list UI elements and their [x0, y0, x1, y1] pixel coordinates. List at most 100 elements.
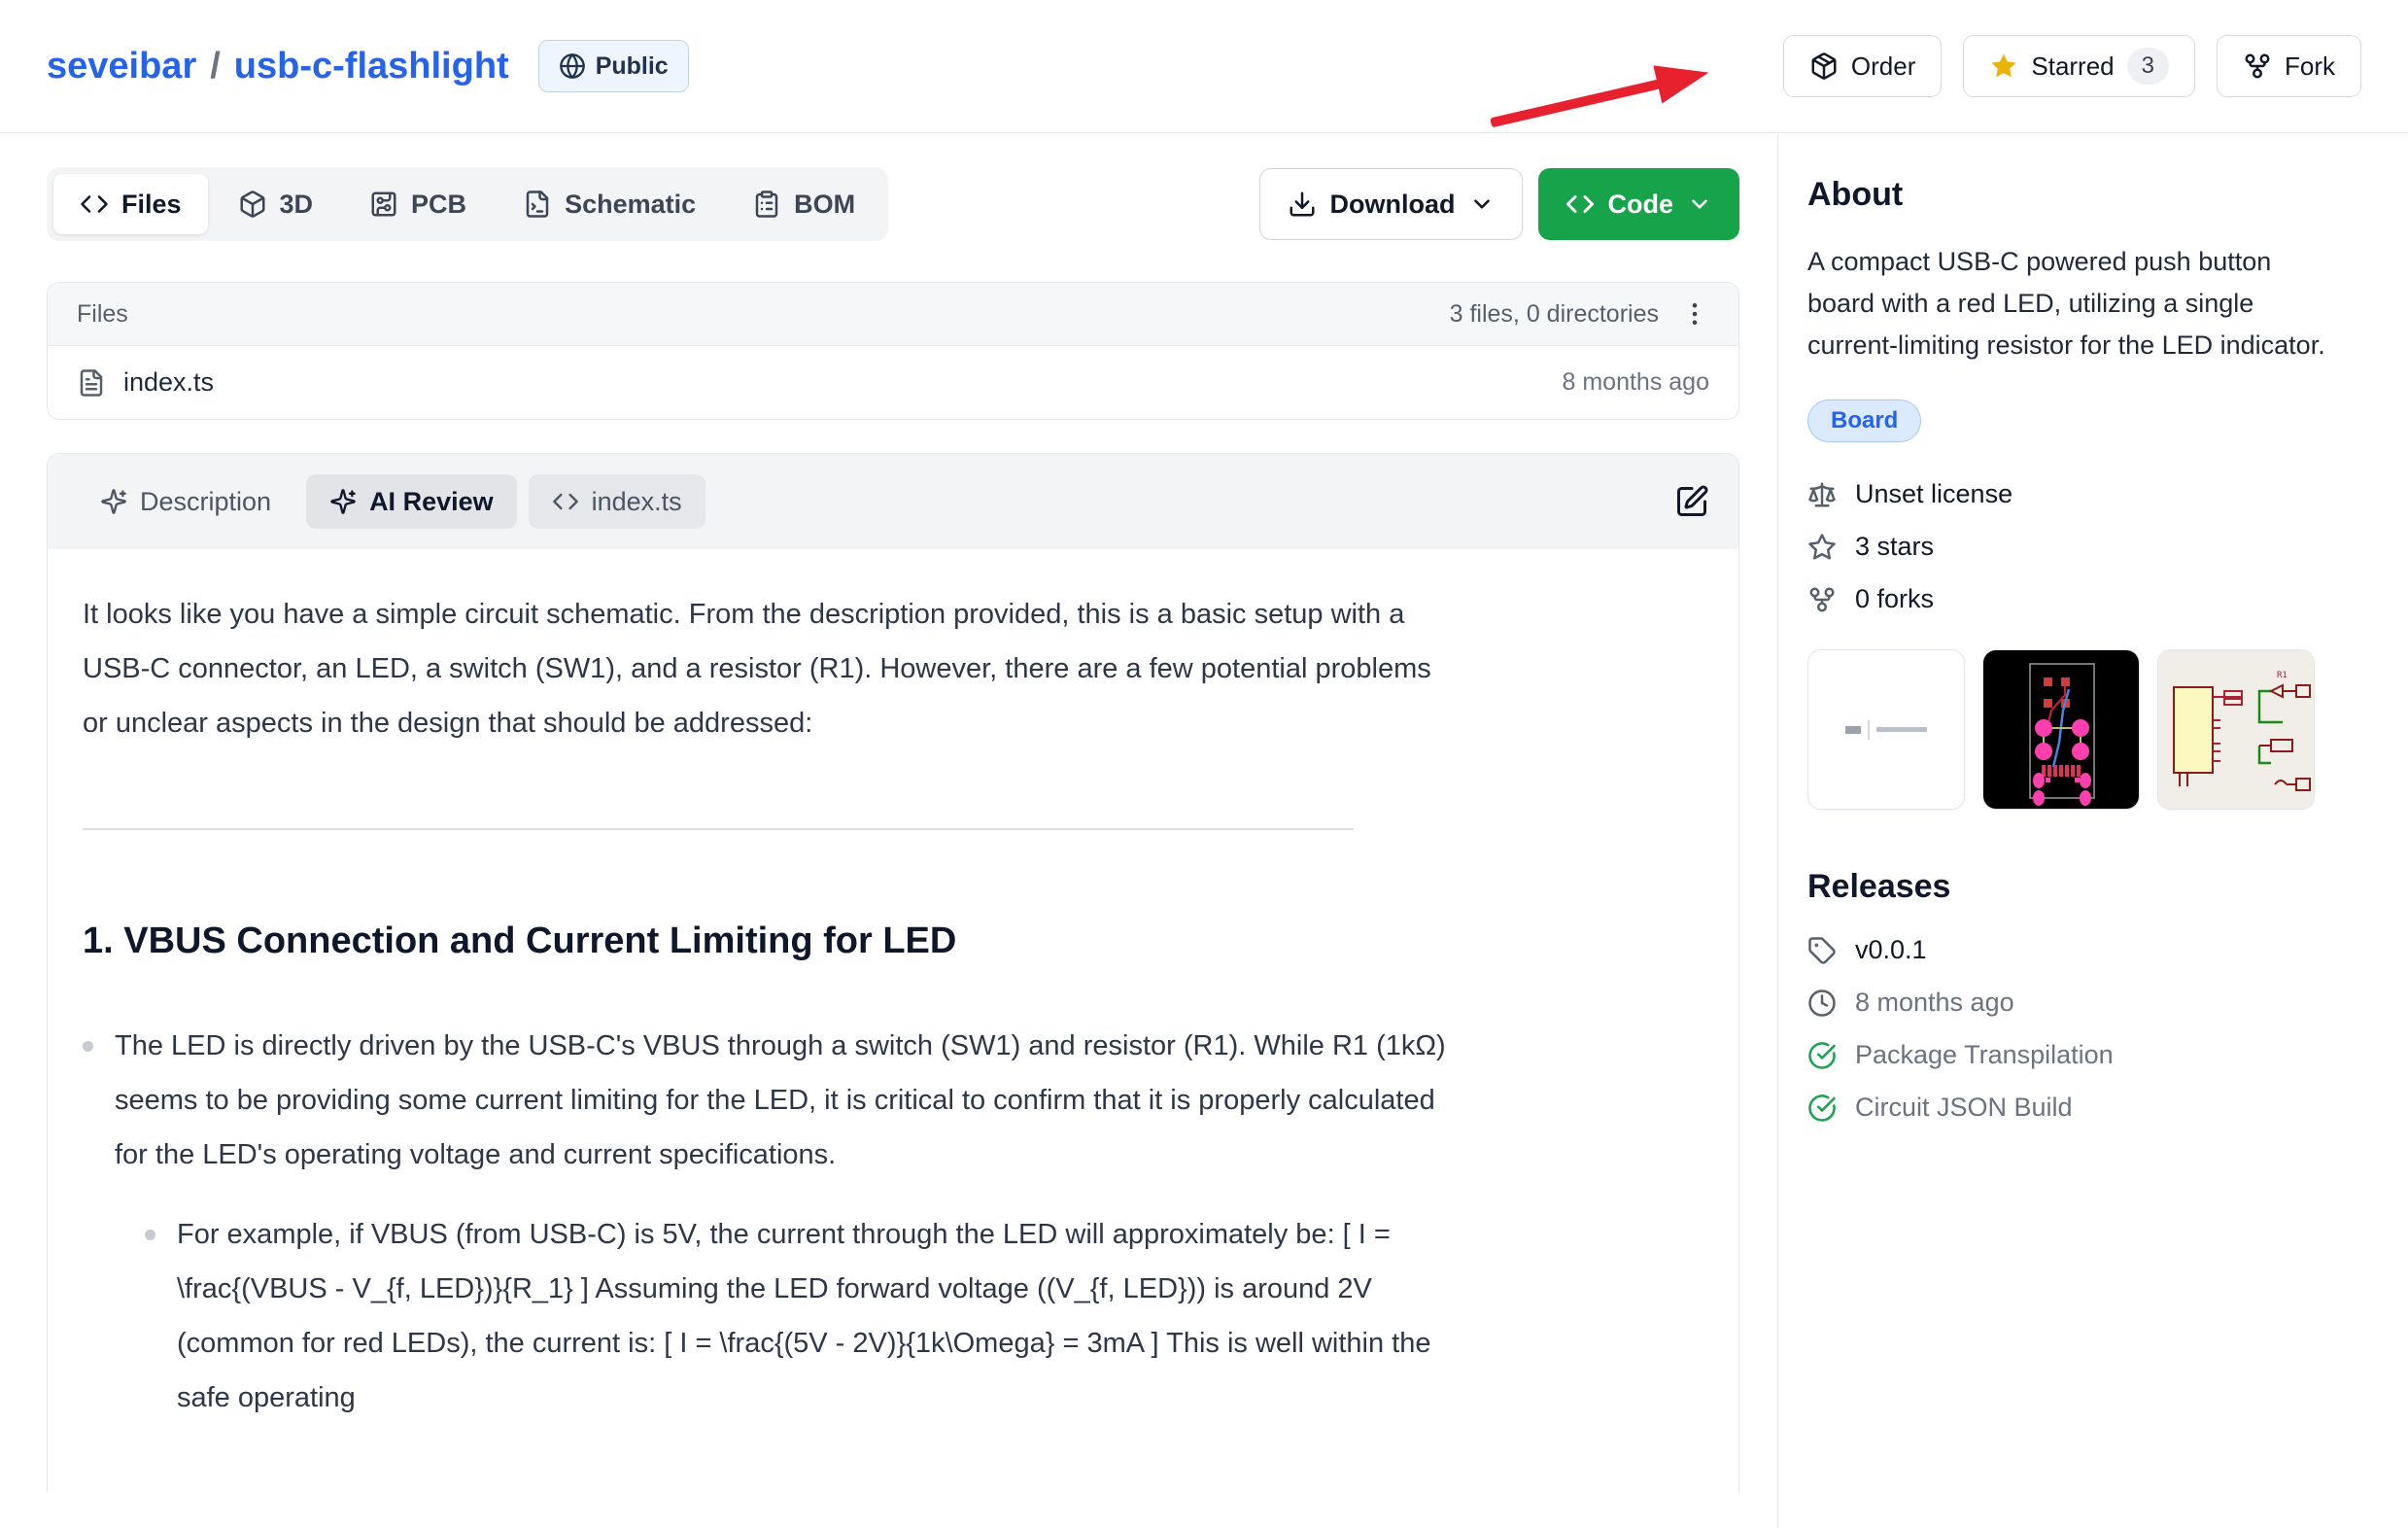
- tab-pcb-label: PCB: [411, 190, 466, 220]
- release-check-label: Package Transpilation: [1855, 1040, 2114, 1070]
- bullet-marker: [83, 1041, 93, 1052]
- visibility-badge: Public: [538, 40, 689, 92]
- release-version-row[interactable]: v0.0.1: [1807, 935, 2340, 965]
- tab-files[interactable]: Files: [53, 174, 208, 234]
- releases-title: Releases: [1807, 868, 2340, 906]
- code-icon: [552, 488, 579, 515]
- topic-badge-board[interactable]: Board: [1807, 399, 1921, 442]
- chevron-down-icon: [1469, 191, 1495, 217]
- code-button[interactable]: Code: [1538, 168, 1740, 240]
- download-icon: [1288, 190, 1317, 219]
- content-column: Files 3D PCB: [0, 133, 1777, 1528]
- tab-index-ts[interactable]: index.ts: [529, 474, 705, 529]
- thumbnail-3d-preview[interactable]: [1807, 649, 1965, 810]
- thumbnail-schematic-preview[interactable]: R1: [2157, 649, 2315, 810]
- forks-label: 0 forks: [1855, 584, 1934, 614]
- tab-3d-label: 3D: [280, 190, 314, 220]
- star-outline-icon: [1807, 533, 1837, 562]
- clock-icon: [1807, 989, 1837, 1018]
- list-item-nested: For example, if VBUS (from USB-C) is 5V,…: [145, 1207, 1455, 1425]
- release-check-row: Circuit JSON Build: [1807, 1093, 2340, 1123]
- list-item: The LED is directly driven by the USB-C'…: [83, 1019, 1455, 1182]
- tab-3d[interactable]: 3D: [212, 174, 340, 234]
- svg-text:R1: R1: [2277, 671, 2288, 680]
- file-row-index-ts[interactable]: index.ts 8 months ago: [48, 346, 1738, 419]
- tab-bom[interactable]: BOM: [726, 174, 881, 234]
- tab-files-label: Files: [121, 190, 182, 220]
- bullet-marker: [145, 1230, 155, 1240]
- cube-icon: [238, 190, 267, 219]
- repo-header: seveibar / usb-c-flashlight Public Order…: [0, 0, 2408, 133]
- sparkles-icon: [100, 488, 127, 515]
- tab-pcb[interactable]: PCB: [343, 174, 493, 234]
- release-version-label: v0.0.1: [1855, 935, 1927, 965]
- file-name: index.ts: [123, 367, 214, 398]
- sidebar: About A compact USB-C powered push butto…: [1777, 133, 2408, 1528]
- package-icon: [1809, 52, 1839, 81]
- scale-icon: [1807, 480, 1837, 509]
- tab-schematic-label: Schematic: [565, 190, 696, 220]
- fork-button[interactable]: Fork: [2217, 35, 2361, 97]
- fork-icon: [1807, 585, 1837, 614]
- fork-button-label: Fork: [2285, 52, 2335, 82]
- check-circle-icon: [1807, 1094, 1837, 1123]
- red-annotation-arrow: [1480, 51, 1733, 140]
- check-circle-icon: [1807, 1041, 1837, 1070]
- download-button-label: Download: [1330, 190, 1456, 220]
- breadcrumb-separator: /: [210, 46, 221, 87]
- section-heading: 1. VBUS Connection and Current Limiting …: [83, 920, 1455, 962]
- toolbar-actions: Download Code: [1259, 168, 1740, 240]
- code-icon: [80, 190, 109, 219]
- releases-section: Releases v0.0.1 8 months ago: [1807, 868, 2340, 1123]
- star-count-badge: 3: [2127, 48, 2169, 85]
- doc-panel-header: Description AI Review index.ts: [48, 454, 1738, 549]
- tab-schematic[interactable]: Schematic: [497, 174, 722, 234]
- stars-row[interactable]: 3 stars: [1807, 532, 2340, 562]
- chevron-down-icon: [1687, 191, 1712, 217]
- tab-bom-label: BOM: [794, 190, 855, 220]
- release-age-row: 8 months ago: [1807, 988, 2340, 1018]
- tab-ai-review[interactable]: AI Review: [306, 474, 517, 529]
- files-panel-header: Files 3 files, 0 directories: [48, 283, 1738, 346]
- repo-link[interactable]: usb-c-flashlight: [234, 46, 509, 87]
- license-label: Unset license: [1855, 479, 2012, 509]
- owner-link[interactable]: seveibar: [47, 46, 196, 87]
- header-actions: Order Starred 3 Fork: [1783, 35, 2361, 97]
- starred-button[interactable]: Starred 3: [1963, 35, 2195, 97]
- release-check-row: Package Transpilation: [1807, 1040, 2340, 1070]
- review-intro-paragraph: It looks like you have a simple circuit …: [83, 587, 1455, 750]
- download-button[interactable]: Download: [1259, 168, 1523, 240]
- about-description: A compact USB-C powered push button boar…: [1807, 241, 2332, 366]
- tab-description[interactable]: Description: [77, 474, 294, 529]
- globe-icon: [559, 52, 586, 80]
- license-row: Unset license: [1807, 479, 2340, 509]
- order-button-label: Order: [1851, 52, 1915, 82]
- doc-tabs: Description AI Review index.ts: [77, 474, 705, 529]
- tag-icon: [1807, 936, 1837, 965]
- section-divider: [83, 828, 1354, 830]
- view-tabs: Files 3D PCB: [47, 167, 888, 241]
- forks-row[interactable]: 0 forks: [1807, 584, 2340, 614]
- kebab-menu-icon[interactable]: [1680, 299, 1709, 329]
- view-toolbar: Files 3D PCB: [47, 167, 1739, 241]
- review-sub-bullet-text: For example, if VBUS (from USB-C) is 5V,…: [177, 1207, 1455, 1425]
- repo-title: seveibar / usb-c-flashlight Public: [47, 40, 689, 92]
- visibility-label: Public: [596, 52, 669, 81]
- about-title: About: [1807, 176, 2340, 214]
- code-button-label: Code: [1608, 190, 1674, 220]
- fork-icon: [2243, 52, 2272, 81]
- files-panel-title: Files: [77, 300, 128, 329]
- preview-thumbnails: R1: [1807, 649, 2340, 810]
- review-bullet-list: The LED is directly driven by the USB-C'…: [83, 1019, 1455, 1425]
- order-button[interactable]: Order: [1783, 35, 1942, 97]
- edit-icon[interactable]: [1674, 484, 1709, 519]
- files-summary: 3 files, 0 directories: [1450, 300, 1659, 329]
- repo-meta-list: Unset license 3 stars 0 forks: [1807, 479, 2340, 614]
- doc-panel: Description AI Review index.ts: [47, 453, 1739, 1492]
- file-terminal-icon: [523, 190, 552, 219]
- star-icon: [1989, 52, 2018, 81]
- thumbnail-pcb-preview[interactable]: [1982, 649, 2140, 810]
- tab-ai-review-label: AI Review: [369, 487, 494, 517]
- file-icon: [77, 368, 106, 398]
- code-icon: [1565, 190, 1595, 219]
